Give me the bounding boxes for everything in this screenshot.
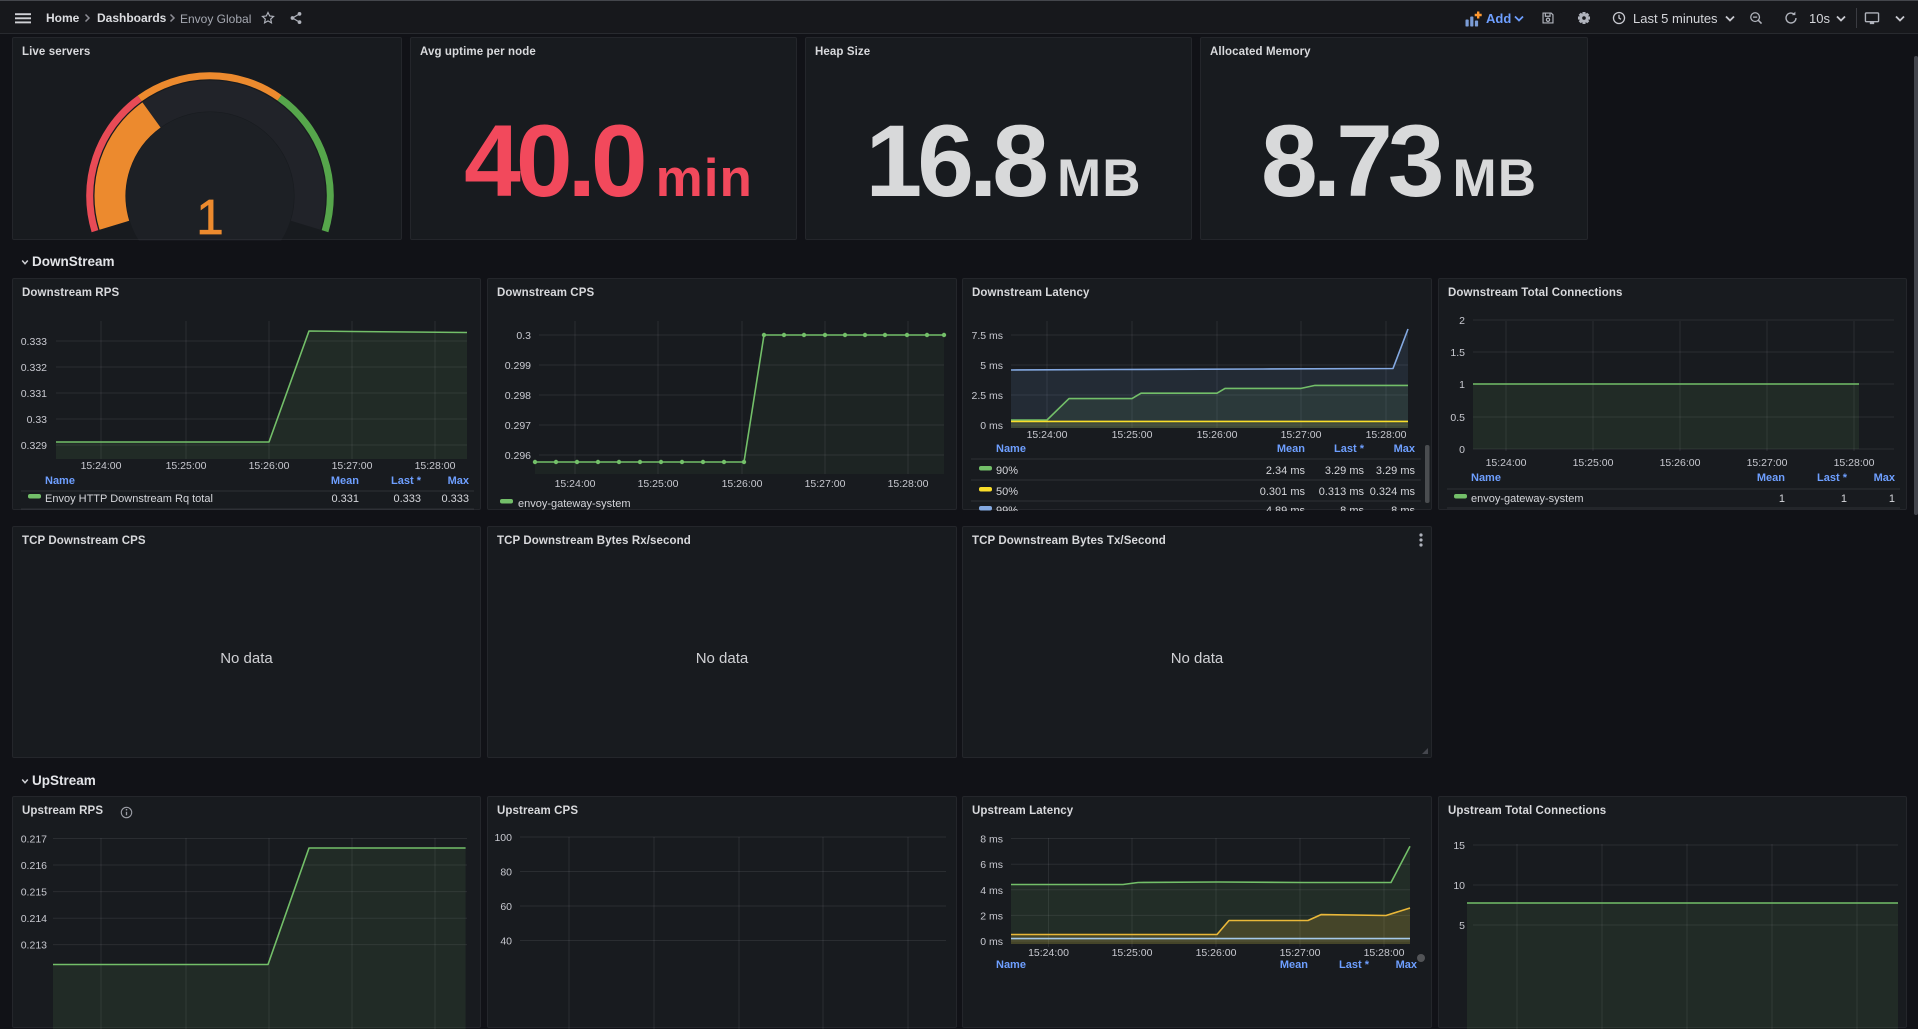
svg-text:0.213: 0.213 — [21, 940, 47, 952]
svg-text:Name: Name — [996, 959, 1026, 971]
svg-text:50%: 50% — [996, 486, 1018, 498]
svg-text:7.5 ms: 7.5 ms — [971, 330, 1003, 342]
svg-text:0.333: 0.333 — [441, 493, 469, 505]
svg-text:1: 1 — [1841, 493, 1847, 505]
svg-text:0.217: 0.217 — [21, 834, 47, 846]
svg-text:0.324 ms: 0.324 ms — [1370, 486, 1416, 498]
svg-text:Name: Name — [45, 475, 75, 487]
svg-text:15:27:00: 15:27:00 — [1280, 947, 1321, 959]
svg-text:Max: Max — [1396, 959, 1418, 971]
svg-text:4 ms: 4 ms — [980, 885, 1003, 897]
svg-text:15: 15 — [1453, 840, 1465, 852]
svg-text:15:26:00: 15:26:00 — [722, 478, 763, 490]
svg-text:0.332: 0.332 — [21, 362, 47, 374]
svg-text:0.301 ms: 0.301 ms — [1260, 486, 1306, 498]
svg-text:Max: Max — [1874, 472, 1896, 484]
svg-text:2.5 ms: 2.5 ms — [971, 390, 1003, 402]
svg-text:1.5: 1.5 — [1450, 347, 1465, 359]
svg-text:0.329: 0.329 — [21, 440, 47, 452]
svg-text:15:26:00: 15:26:00 — [1196, 947, 1237, 959]
svg-text:10: 10 — [1453, 880, 1465, 892]
svg-text:0.333: 0.333 — [393, 493, 421, 505]
svg-text:Name: Name — [996, 443, 1026, 455]
svg-text:15:25:00: 15:25:00 — [1112, 947, 1153, 959]
svg-text:90%: 90% — [996, 465, 1018, 477]
svg-text:15:26:00: 15:26:00 — [1197, 429, 1238, 441]
svg-text:15:25:00: 15:25:00 — [1573, 457, 1614, 469]
svg-text:0.313 ms: 0.313 ms — [1319, 486, 1365, 498]
svg-text:40: 40 — [500, 936, 512, 948]
svg-text:100: 100 — [494, 832, 512, 844]
svg-text:1: 1 — [1459, 379, 1465, 391]
svg-text:0.331: 0.331 — [21, 388, 47, 400]
svg-text:Max: Max — [448, 475, 470, 487]
svg-text:Name: Name — [1471, 472, 1501, 484]
svg-text:15:24:00: 15:24:00 — [1027, 429, 1068, 441]
svg-text:4.89 ms: 4.89 ms — [1266, 505, 1306, 511]
svg-text:8 ms: 8 ms — [1391, 505, 1415, 511]
svg-text:15:25:00: 15:25:00 — [1112, 429, 1153, 441]
svg-text:2: 2 — [1459, 315, 1465, 327]
svg-text:15:24:00: 15:24:00 — [81, 460, 122, 472]
svg-text:15:26:00: 15:26:00 — [249, 460, 290, 472]
svg-text:Last *: Last * — [1334, 443, 1365, 455]
svg-text:5 ms: 5 ms — [980, 360, 1003, 372]
svg-text:80: 80 — [500, 867, 512, 879]
svg-text:8 ms: 8 ms — [980, 834, 1003, 846]
svg-text:6 ms: 6 ms — [980, 859, 1003, 871]
svg-text:15:27:00: 15:27:00 — [1281, 429, 1322, 441]
svg-text:0.215: 0.215 — [21, 887, 47, 899]
svg-text:15:25:00: 15:25:00 — [638, 478, 679, 490]
svg-text:0 ms: 0 ms — [980, 936, 1003, 948]
svg-text:15:28:00: 15:28:00 — [415, 460, 456, 472]
svg-text:2 ms: 2 ms — [980, 910, 1003, 922]
svg-text:0.296: 0.296 — [505, 450, 531, 462]
svg-text:5: 5 — [1459, 920, 1465, 932]
svg-text:15:28:00: 15:28:00 — [888, 478, 929, 490]
svg-text:Max: Max — [1394, 443, 1416, 455]
svg-text:3.29 ms: 3.29 ms — [1325, 465, 1365, 477]
svg-text:Last *: Last * — [1339, 959, 1370, 971]
svg-text:0: 0 — [1459, 444, 1465, 456]
svg-text:Envoy HTTP Downstream Rq total: Envoy HTTP Downstream Rq total — [45, 493, 213, 505]
svg-text:15:24:00: 15:24:00 — [1028, 947, 1069, 959]
svg-text:0.33: 0.33 — [27, 414, 48, 426]
svg-text:envoy-gateway-system: envoy-gateway-system — [518, 498, 631, 510]
svg-text:Mean: Mean — [1280, 959, 1308, 971]
svg-text:0.216: 0.216 — [21, 860, 47, 872]
svg-text:2.34 ms: 2.34 ms — [1266, 465, 1306, 477]
svg-text:0 ms: 0 ms — [980, 420, 1003, 432]
svg-text:0.333: 0.333 — [21, 336, 47, 348]
svg-text:1: 1 — [1779, 493, 1785, 505]
svg-text:Mean: Mean — [1277, 443, 1305, 455]
svg-text:15:27:00: 15:27:00 — [805, 478, 846, 490]
svg-text:envoy-gateway-system: envoy-gateway-system — [1471, 493, 1584, 505]
svg-text:Last *: Last * — [1817, 472, 1848, 484]
svg-text:1: 1 — [196, 191, 223, 241]
svg-text:Mean: Mean — [1757, 472, 1785, 484]
svg-text:60: 60 — [500, 901, 512, 913]
svg-text:0.3: 0.3 — [516, 330, 531, 342]
svg-text:0.297: 0.297 — [505, 420, 531, 432]
svg-text:Last *: Last * — [391, 475, 422, 487]
svg-text:15:28:00: 15:28:00 — [1366, 429, 1407, 441]
svg-text:15:28:00: 15:28:00 — [1834, 457, 1875, 469]
svg-text:1: 1 — [1889, 493, 1895, 505]
svg-text:15:26:00: 15:26:00 — [1660, 457, 1701, 469]
svg-text:0.298: 0.298 — [505, 390, 531, 402]
svg-text:0.299: 0.299 — [505, 360, 531, 372]
svg-text:Mean: Mean — [331, 475, 359, 487]
svg-text:15:24:00: 15:24:00 — [555, 478, 596, 490]
svg-text:15:28:00: 15:28:00 — [1364, 947, 1405, 959]
svg-text:0.5: 0.5 — [1450, 412, 1465, 424]
svg-text:0.331: 0.331 — [331, 493, 359, 505]
svg-text:15:24:00: 15:24:00 — [1486, 457, 1527, 469]
svg-text:8 ms: 8 ms — [1340, 505, 1364, 511]
svg-text:15:27:00: 15:27:00 — [332, 460, 373, 472]
svg-text:15:27:00: 15:27:00 — [1747, 457, 1788, 469]
svg-text:99%: 99% — [996, 505, 1018, 511]
svg-text:3.29 ms: 3.29 ms — [1376, 465, 1416, 477]
svg-text:0.214: 0.214 — [21, 913, 47, 925]
svg-text:15:25:00: 15:25:00 — [166, 460, 207, 472]
